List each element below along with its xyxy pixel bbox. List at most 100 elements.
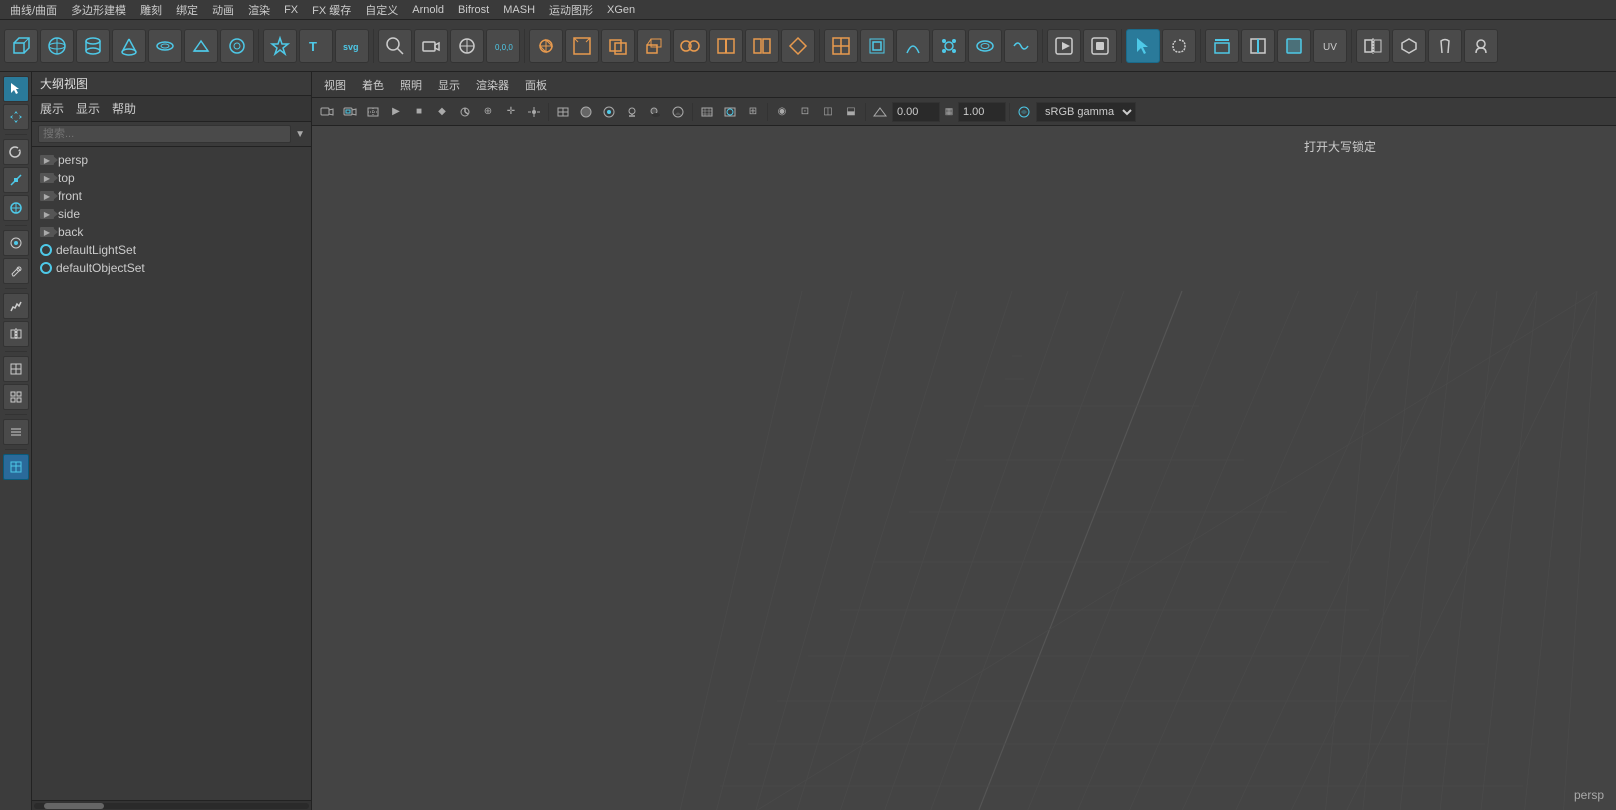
- camera-tool-btn[interactable]: [414, 29, 448, 63]
- wire-btn[interactable]: [1004, 29, 1038, 63]
- outliner-item-persp[interactable]: ▶ persp: [32, 151, 311, 169]
- outliner-item-back[interactable]: ▶ back: [32, 223, 311, 241]
- viewport-canvas[interactable]: .grid-line { stroke: #4a4a4a; stroke-wid…: [312, 126, 1616, 810]
- menu-custom[interactable]: 自定义: [359, 0, 404, 20]
- vp-snap-grid-btn[interactable]: [362, 101, 384, 123]
- edge-btn[interactable]: [1241, 29, 1275, 63]
- coord-tool-btn[interactable]: 0,0,0: [486, 29, 520, 63]
- paint-weights-btn[interactable]: [1428, 29, 1462, 63]
- extrude-btn[interactable]: [637, 29, 671, 63]
- outliner-item-defaultlightset[interactable]: defaultLightSet: [32, 241, 311, 259]
- ipr-btn[interactable]: [1083, 29, 1117, 63]
- separate-btn[interactable]: [745, 29, 779, 63]
- move-tool-btn[interactable]: [3, 104, 29, 130]
- insert-btn[interactable]: [824, 29, 858, 63]
- vp-cursor-btn[interactable]: ✛: [500, 101, 522, 123]
- scale-tool-btn[interactable]: [3, 167, 29, 193]
- select-mode-btn[interactable]: [1126, 29, 1160, 63]
- outliner-scroll-thumb[interactable]: [44, 803, 104, 809]
- vp-menu-view[interactable]: 视图: [318, 75, 352, 95]
- vp-near-clip-input[interactable]: [892, 102, 940, 122]
- face-btn[interactable]: [1277, 29, 1311, 63]
- menu-arnold[interactable]: Arnold: [406, 2, 450, 18]
- paint-skin-btn[interactable]: [1464, 29, 1498, 63]
- outliner-search-arrow[interactable]: ▼: [295, 129, 305, 140]
- vp-menu-panels[interactable]: 面板: [519, 75, 553, 95]
- grid-tool-btn[interactable]: [3, 356, 29, 382]
- vp-near-clip-btn[interactable]: [869, 101, 891, 123]
- disc-tool-btn[interactable]: [220, 29, 254, 63]
- uv-btn[interactable]: UV: [1313, 29, 1347, 63]
- lasso-btn[interactable]: [1162, 29, 1196, 63]
- split-btn[interactable]: [709, 29, 743, 63]
- menu-sculpt[interactable]: 雕刻: [134, 0, 168, 20]
- outliner-item-front[interactable]: ▶ front: [32, 187, 311, 205]
- menu-fx-cache[interactable]: FX 缓存: [306, 0, 357, 20]
- vp-shadow-btn[interactable]: [644, 101, 666, 123]
- vp-stop-btn[interactable]: ■: [408, 101, 430, 123]
- vp-ao-btn[interactable]: [667, 101, 689, 123]
- cluster-btn[interactable]: [932, 29, 966, 63]
- text-tool-btn[interactable]: T: [299, 29, 333, 63]
- universal-tool-btn[interactable]: [3, 195, 29, 221]
- outliner-search-input[interactable]: [38, 125, 291, 143]
- vp-wireframe-shade-btn[interactable]: ◫: [817, 101, 839, 123]
- menu-curves[interactable]: 曲线/曲面: [4, 0, 63, 20]
- graph-editor-btn[interactable]: [3, 293, 29, 319]
- crease-btn[interactable]: [1392, 29, 1426, 63]
- outliner-menu-help[interactable]: 帮助: [112, 100, 136, 117]
- vp-grid-display-btn[interactable]: ⊞: [742, 101, 764, 123]
- outliner-item-defaultobjectset[interactable]: defaultObjectSet: [32, 259, 311, 277]
- render-btn[interactable]: [1047, 29, 1081, 63]
- vp-isolate-btn[interactable]: ◉: [771, 101, 793, 123]
- channel-box-btn[interactable]: [3, 454, 29, 480]
- soft-select-btn[interactable]: [3, 230, 29, 256]
- zoom-tool-btn[interactable]: [378, 29, 412, 63]
- vp-menu-shading[interactable]: 着色: [356, 75, 390, 95]
- vp-play-btn[interactable]: ▶: [385, 101, 407, 123]
- boolean-btn[interactable]: [601, 29, 635, 63]
- deform-btn[interactable]: [896, 29, 930, 63]
- menu-fx[interactable]: FX: [278, 2, 304, 18]
- lattice-btn[interactable]: [860, 29, 894, 63]
- sphere-tool-btn[interactable]: [40, 29, 74, 63]
- vp-grid-btn[interactable]: [696, 101, 718, 123]
- wrap-btn[interactable]: [968, 29, 1002, 63]
- attributes-btn[interactable]: [3, 419, 29, 445]
- vp-wireframe-btn[interactable]: [552, 101, 574, 123]
- vp-menu-lighting[interactable]: 照明: [394, 75, 428, 95]
- outliner-item-top[interactable]: ▶ top: [32, 169, 311, 187]
- menu-animation[interactable]: 动画: [206, 0, 240, 20]
- mirror-cut-btn[interactable]: [1356, 29, 1390, 63]
- vp-pivot-btn[interactable]: [523, 101, 545, 123]
- vp-hud-btn[interactable]: [719, 101, 741, 123]
- vp-menu-renderer[interactable]: 渲染器: [470, 75, 515, 95]
- vp-light-btn[interactable]: [621, 101, 643, 123]
- outliner-item-side[interactable]: ▶ side: [32, 205, 311, 223]
- outliner-menu-display[interactable]: 显示: [76, 100, 100, 117]
- menu-render[interactable]: 渲染: [242, 0, 276, 20]
- torus-tool-btn[interactable]: [148, 29, 182, 63]
- vp-far-clip-input[interactable]: [958, 102, 1006, 122]
- vp-menu-show[interactable]: 显示: [432, 75, 466, 95]
- outliner-scrollbar[interactable]: [32, 800, 311, 810]
- bevel-btn[interactable]: [565, 29, 599, 63]
- mirror-btn[interactable]: [3, 321, 29, 347]
- menu-rigging[interactable]: 绑定: [170, 0, 204, 20]
- vp-camera-persp-btn[interactable]: [316, 101, 338, 123]
- vp-texture-btn[interactable]: [598, 101, 620, 123]
- rotate-tool-btn[interactable]: [3, 139, 29, 165]
- menu-polygon[interactable]: 多边形建模: [65, 0, 132, 20]
- menu-xgen[interactable]: XGen: [601, 2, 641, 18]
- combine-btn[interactable]: [781, 29, 815, 63]
- plane-tool-btn[interactable]: [184, 29, 218, 63]
- vp-colorspace-select[interactable]: sRGB gamma Linear Raw: [1036, 102, 1136, 122]
- outliner-menu-show[interactable]: 展示: [40, 100, 64, 117]
- vp-autokey-btn[interactable]: [454, 101, 476, 123]
- menu-mash[interactable]: MASH: [497, 2, 541, 18]
- select-highlight-btn[interactable]: [1205, 29, 1239, 63]
- menu-bifrost[interactable]: Bifrost: [452, 2, 495, 18]
- vp-xray-btn[interactable]: ⊡: [794, 101, 816, 123]
- cone-tool-btn[interactable]: [112, 29, 146, 63]
- vp-select-all-btn[interactable]: ⊕: [477, 101, 499, 123]
